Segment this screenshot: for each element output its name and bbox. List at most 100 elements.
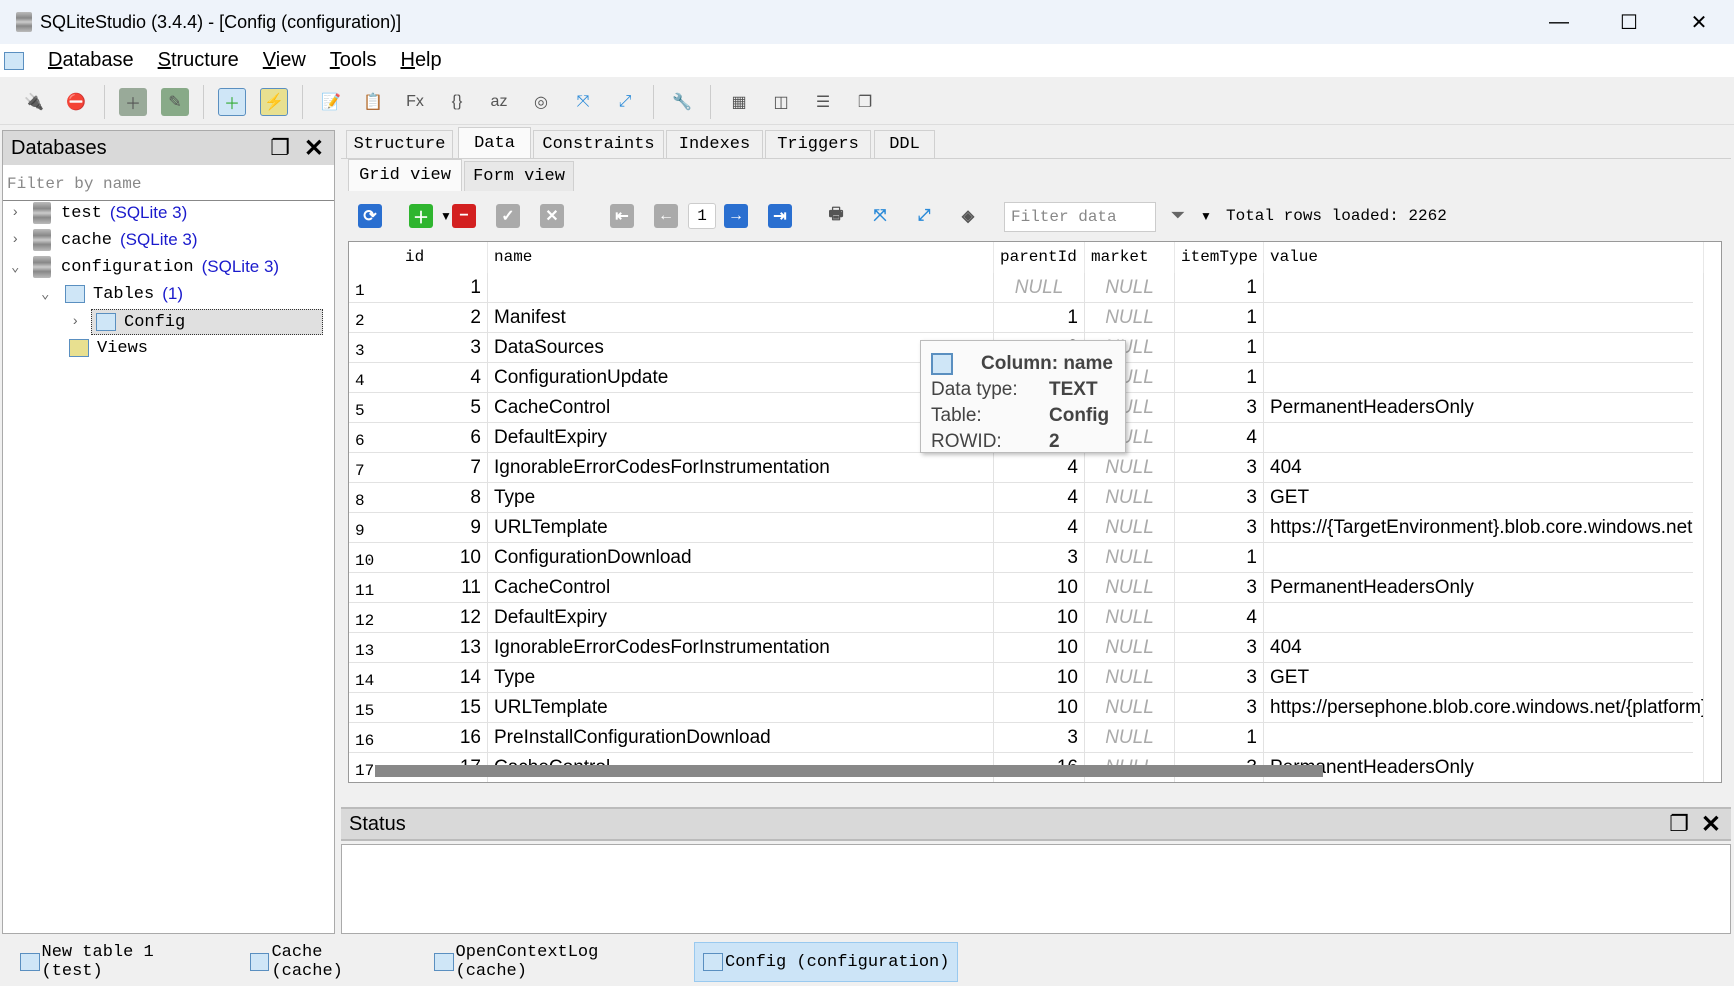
cell-value[interactable] bbox=[1264, 303, 1704, 333]
cell-id[interactable]: 14 bbox=[399, 663, 488, 693]
table-row[interactable]: 15 15 URLTemplate 10 NULL 3 https://persephone… bbox=[349, 693, 1704, 723]
cell-id[interactable]: 2 bbox=[399, 303, 488, 333]
refresh-icon[interactable]: ⟳ bbox=[358, 204, 382, 228]
print-icon[interactable]: 🖶 bbox=[824, 204, 848, 228]
cell-name[interactable]: IgnorableErrorCodesForInstrumentation bbox=[488, 453, 994, 483]
cell-value[interactable]: PermanentHeadersOnly bbox=[1264, 573, 1704, 603]
filter-by-name-input[interactable]: Filter by name bbox=[3, 171, 334, 201]
table-row[interactable]: 2 2 Manifest 1 NULL 1 bbox=[349, 303, 1704, 333]
rollback-icon[interactable]: ✕ bbox=[540, 204, 564, 228]
cell-market[interactable]: NULL bbox=[1085, 513, 1175, 543]
cell-parentId[interactable]: 10 bbox=[994, 633, 1085, 663]
row-number[interactable]: 15 bbox=[349, 693, 399, 723]
tab-grid-view[interactable]: Grid view bbox=[348, 159, 462, 191]
row-number[interactable]: 2 bbox=[349, 303, 399, 333]
cell-id[interactable]: 16 bbox=[399, 723, 488, 753]
cell-market[interactable]: NULL bbox=[1085, 633, 1175, 663]
cell-market[interactable]: NULL bbox=[1085, 273, 1175, 303]
cell-itemType[interactable]: 3 bbox=[1175, 573, 1264, 603]
cell-value[interactable]: PermanentHeadersOnly bbox=[1264, 393, 1704, 423]
cell-id[interactable]: 4 bbox=[399, 363, 488, 393]
task-config[interactable]: Config (configuration) bbox=[694, 942, 958, 982]
column-header-market[interactable]: market bbox=[1085, 242, 1175, 273]
cell-parentId[interactable]: 4 bbox=[994, 483, 1085, 513]
chevron-down-icon[interactable]: ⌄ bbox=[11, 259, 27, 276]
cell-value[interactable] bbox=[1264, 603, 1704, 633]
export-icon[interactable]: ⤧ bbox=[868, 204, 892, 228]
cell-name[interactable]: DefaultExpiry bbox=[488, 423, 994, 453]
cell-itemType[interactable]: 1 bbox=[1175, 543, 1264, 573]
last-page-icon[interactable]: ⇥ bbox=[768, 204, 792, 228]
cell-itemType[interactable]: 4 bbox=[1175, 423, 1264, 453]
row-number[interactable]: 6 bbox=[349, 423, 399, 453]
cell-value[interactable]: GET bbox=[1264, 663, 1704, 693]
cell-parentId[interactable]: 10 bbox=[994, 693, 1085, 723]
tree-item-views[interactable]: Views bbox=[69, 335, 148, 361]
cell-market[interactable]: NULL bbox=[1085, 693, 1175, 723]
cell-market[interactable]: NULL bbox=[1085, 603, 1175, 633]
table-row[interactable]: 13 13 IgnorableErrorCodesForInstrumentatio… bbox=[349, 633, 1704, 663]
menu-database[interactable]: Database bbox=[48, 49, 134, 72]
edit-database-icon[interactable]: ✎ bbox=[161, 87, 189, 116]
cell-name[interactable]: DefaultExpiry bbox=[488, 603, 994, 633]
row-number[interactable]: 12 bbox=[349, 603, 399, 633]
table-row[interactable]: 7 7 IgnorableErrorCodesForInstrumentation 4… bbox=[349, 453, 1704, 483]
tree-item-config[interactable]: › Config bbox=[71, 309, 323, 335]
row-number[interactable]: 4 bbox=[349, 363, 399, 393]
cell-itemType[interactable]: 3 bbox=[1175, 693, 1264, 723]
cell-itemType[interactable]: 1 bbox=[1175, 333, 1264, 363]
cell-id[interactable]: 1 bbox=[399, 273, 488, 303]
import-icon[interactable]: ◎ bbox=[527, 88, 555, 116]
extensions-icon[interactable]: az bbox=[485, 88, 513, 116]
cell-itemType[interactable]: 3 bbox=[1175, 483, 1264, 513]
tab-indexes[interactable]: Indexes bbox=[666, 130, 763, 158]
menu-structure[interactable]: Structure bbox=[158, 49, 239, 72]
cell-itemType[interactable]: 3 bbox=[1175, 513, 1264, 543]
cell-id[interactable]: 7 bbox=[399, 453, 488, 483]
cell-name[interactable]: DataSources bbox=[488, 333, 994, 363]
config-wrench-icon[interactable]: 🔧 bbox=[668, 88, 696, 116]
filter-icon[interactable]: ⏷ bbox=[1166, 204, 1190, 228]
cell-name[interactable]: PreInstallConfigurationDownload bbox=[488, 723, 994, 753]
table-row[interactable]: 1 1 NULL NULL 1 bbox=[349, 273, 1704, 303]
cell-name[interactable]: URLTemplate bbox=[488, 693, 994, 723]
cell-market[interactable]: NULL bbox=[1085, 543, 1175, 573]
chevron-right-icon[interactable]: › bbox=[11, 205, 27, 221]
row-number[interactable]: 14 bbox=[349, 663, 399, 693]
format-icon[interactable]: ◈ bbox=[956, 204, 980, 228]
tree-item-test[interactable]: › test (SQLite 3) bbox=[11, 200, 187, 226]
cell-name[interactable]: URLTemplate bbox=[488, 513, 994, 543]
column-header-name[interactable]: name bbox=[488, 242, 994, 273]
cell-market[interactable]: NULL bbox=[1085, 303, 1175, 333]
cell-value[interactable] bbox=[1264, 543, 1704, 573]
column-header-value[interactable]: value bbox=[1264, 242, 1704, 273]
tree-item-cache[interactable]: › cache (SQLite 3) bbox=[11, 227, 198, 253]
cell-id[interactable]: 8 bbox=[399, 483, 488, 513]
ddl-history-icon[interactable]: 📋 bbox=[359, 88, 387, 116]
cell-value[interactable] bbox=[1264, 723, 1704, 753]
tree-item-configuration[interactable]: ⌄ configuration (SQLite 3) bbox=[11, 254, 279, 280]
cell-market[interactable]: NULL bbox=[1085, 573, 1175, 603]
row-number[interactable]: 16 bbox=[349, 723, 399, 753]
menu-view[interactable]: View bbox=[263, 49, 306, 72]
cell-id[interactable]: 13 bbox=[399, 633, 488, 663]
cell-value[interactable] bbox=[1264, 363, 1704, 393]
cell-itemType[interactable]: 1 bbox=[1175, 723, 1264, 753]
next-page-icon[interactable]: → bbox=[724, 204, 748, 228]
close-button[interactable]: ✕ bbox=[1664, 0, 1734, 44]
cell-id[interactable]: 6 bbox=[399, 423, 488, 453]
task-cache[interactable]: Cache (cache) bbox=[250, 942, 400, 982]
menu-help[interactable]: Help bbox=[400, 49, 441, 72]
commit-icon[interactable]: ✓ bbox=[496, 204, 520, 228]
cell-parentId[interactable]: 10 bbox=[994, 573, 1085, 603]
cell-id[interactable]: 15 bbox=[399, 693, 488, 723]
cell-itemType[interactable]: 1 bbox=[1175, 273, 1264, 303]
task-opencontextlog[interactable]: OpenContextLog (cache) bbox=[434, 942, 674, 982]
table-row[interactable]: 12 12 DefaultExpiry 10 NULL 4 bbox=[349, 603, 1704, 633]
table-row[interactable]: 14 14 Type 10 NULL 3 GET bbox=[349, 663, 1704, 693]
cell-itemType[interactable]: 1 bbox=[1175, 303, 1264, 333]
tab-data[interactable]: Data bbox=[458, 127, 531, 158]
cell-name[interactable]: IgnorableErrorCodesForInstrumentation bbox=[488, 633, 994, 663]
import-icon[interactable]: ⤢ bbox=[912, 204, 936, 228]
first-page-icon[interactable]: ⇤ bbox=[610, 204, 634, 228]
